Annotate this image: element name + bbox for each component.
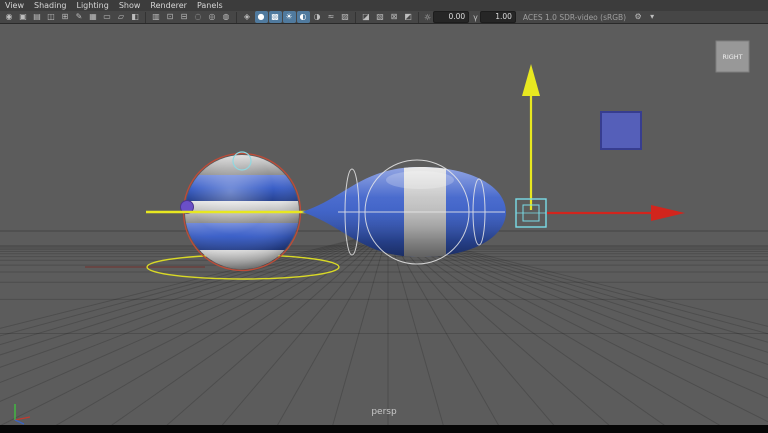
motion-blur-icon[interactable]: ≈	[325, 11, 338, 23]
x-ray-icon[interactable]: ▧	[374, 11, 387, 23]
film-gate-icon[interactable]: ▭	[101, 11, 114, 23]
safe-action-icon[interactable]: ⊡	[164, 11, 177, 23]
isolate-select-icon[interactable]: ◪	[360, 11, 373, 23]
menu-lighting[interactable]: Lighting	[71, 1, 113, 10]
gamma-field[interactable]: γ1.00	[473, 11, 516, 23]
selection-square[interactable]	[601, 112, 641, 149]
toolbar-separator	[418, 12, 419, 23]
use-all-lights-icon[interactable]: ☀	[283, 11, 296, 23]
textured-icon[interactable]: ▩	[269, 11, 282, 23]
gate-mask-icon[interactable]: ◧	[129, 11, 142, 23]
shadows-icon[interactable]: ◐	[297, 11, 310, 23]
frame-selection-icon[interactable]: ◎	[206, 11, 219, 23]
viewport-3d[interactable]: RIGHT persp	[0, 24, 768, 425]
image-plane-icon[interactable]: ◫	[45, 11, 58, 23]
grid-toggle-icon[interactable]: ▦	[87, 11, 100, 23]
joints-xray-icon[interactable]: ⊠	[388, 11, 401, 23]
menu-view[interactable]: View	[0, 1, 29, 10]
menu-show[interactable]: Show	[114, 1, 146, 10]
toolbar-separator	[355, 12, 356, 23]
renderer-menu-icon[interactable]: ▾	[646, 11, 659, 23]
menu-panels[interactable]: Panels	[192, 1, 228, 10]
gamma-field-icon: γ	[473, 13, 478, 22]
bookmark-icon[interactable]: ▤	[31, 11, 44, 23]
wireframe-icon[interactable]: ◈	[241, 11, 254, 23]
grease-pencil-icon[interactable]: ✎	[73, 11, 86, 23]
field-chart-icon[interactable]: ▥	[150, 11, 163, 23]
render-settings-icon[interactable]: ⚙	[632, 11, 645, 23]
viewport-toolbar: ◉▣▤◫⊞✎▦▭▱◧ ▥⊡⊟◌◎◍ ◈●▩☀◐◑≈▨ ◪▧⊠◩ ☼0.00 γ1.00 AC…	[0, 11, 768, 24]
exposure-field[interactable]: ☼0.00	[424, 11, 469, 23]
frame-all-icon[interactable]: ◌	[192, 11, 205, 23]
exposure-field-icon: ☼	[424, 13, 431, 22]
bottom-bar	[0, 425, 768, 433]
camera-attributes-icon[interactable]: ▣	[17, 11, 30, 23]
menu-renderer[interactable]: Renderer	[145, 1, 192, 10]
exposure-field-value[interactable]: 0.00	[433, 11, 469, 23]
menu-shading[interactable]: Shading	[29, 1, 72, 10]
toolbar-separator	[145, 12, 146, 23]
camera-name-label: persp	[371, 407, 397, 417]
view-cube-face-label[interactable]: RIGHT	[722, 53, 742, 61]
anti-alias-icon[interactable]: ▨	[339, 11, 352, 23]
ground-grid	[0, 231, 768, 425]
plugin-shapes-icon[interactable]: ◩	[402, 11, 415, 23]
menu-bar: View Shading Lighting Show Renderer Pane…	[0, 0, 768, 11]
snapshot-icon[interactable]: ◍	[220, 11, 233, 23]
viewport-scene[interactable]: RIGHT persp	[0, 24, 768, 425]
camera-lock-icon[interactable]: ◉	[3, 11, 16, 23]
axis-z-blue	[15, 420, 24, 424]
smooth-shade-icon[interactable]: ●	[255, 11, 268, 23]
resolution-gate-icon[interactable]: ▱	[115, 11, 128, 23]
gamma-field-value[interactable]: 1.00	[480, 11, 516, 23]
toolbar-separator	[236, 12, 237, 23]
two-d-pan-zoom-icon[interactable]: ⊞	[59, 11, 72, 23]
color-space-label: ACES 1.0 SDR-video (sRGB)	[523, 13, 626, 22]
translate-y-arrowhead[interactable]	[522, 64, 540, 96]
translate-x-arrowhead[interactable]	[651, 205, 685, 221]
maya-viewport-window: View Shading Lighting Show Renderer Pane…	[0, 0, 768, 433]
safe-title-icon[interactable]: ⊟	[178, 11, 191, 23]
screen-space-ao-icon[interactable]: ◑	[311, 11, 324, 23]
view-cube[interactable]: RIGHT	[716, 41, 749, 72]
